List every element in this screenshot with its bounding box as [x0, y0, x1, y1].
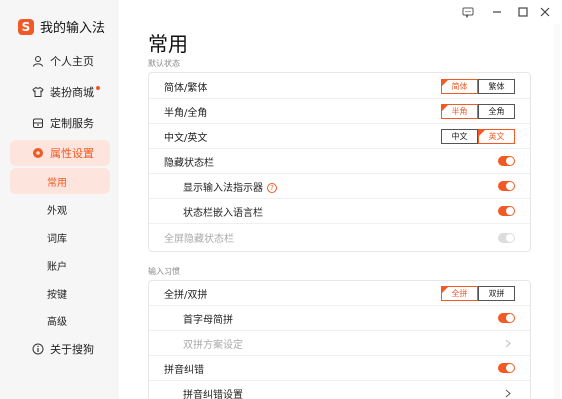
section-label-default-state: 默认状态	[148, 59, 180, 68]
setting-row-double-pinyin-scheme: 双拼方案设定	[149, 331, 530, 356]
sidebar-item-store[interactable]: 装扮商城	[10, 79, 110, 105]
setting-row-hide-status-bar: 隐藏状态栏	[149, 149, 530, 174]
maximize-icon[interactable]	[516, 5, 530, 19]
setting-row-half-full-width: 半角/全角 半角 全角	[149, 99, 530, 124]
segmented-control: 全拼 双拼	[441, 285, 515, 301]
toggle-initial-abbrev[interactable]	[498, 313, 515, 323]
option-double-pinyin[interactable]: 双拼	[478, 285, 515, 301]
info-icon	[32, 343, 44, 355]
toggle-embed-language-bar[interactable]	[498, 206, 515, 216]
option-traditional[interactable]: 繁体	[478, 78, 515, 94]
setting-row-pinyin-mode: 全拼/双拼 全拼 双拼	[149, 281, 530, 306]
shirt-icon	[32, 86, 44, 98]
setting-row-fullscreen-hide-status-bar: 全屏隐藏状态栏	[149, 225, 530, 250]
sidebar-item-settings[interactable]: 属性设置	[10, 140, 110, 166]
setting-label: 状态栏嵌入语言栏	[183, 207, 263, 219]
toggle-pinyin-correction[interactable]	[498, 363, 515, 373]
setting-label: 简体/繁体	[164, 82, 208, 94]
sidebar-sub-advanced[interactable]: 高级	[10, 307, 110, 333]
option-half-width[interactable]: 半角	[441, 103, 478, 119]
page-title: 常用	[148, 32, 188, 56]
sidebar-sub-keys[interactable]: 按键	[10, 280, 110, 306]
sidebar-sub-common[interactable]: 常用	[10, 168, 110, 194]
chevron-right-icon[interactable]	[504, 338, 512, 348]
user-icon	[32, 55, 44, 67]
setting-row-pinyin-correction: 拼音纠错	[149, 356, 530, 381]
setting-label: 拼音纠错设置	[183, 390, 243, 399]
feedback-icon[interactable]	[461, 5, 475, 19]
sogou-logo-icon: S	[18, 18, 34, 35]
option-chinese[interactable]: 中文	[441, 128, 478, 144]
app-title: 我的输入法	[40, 21, 106, 36]
sidebar-item-custom-service[interactable]: 定制服务	[10, 110, 110, 136]
option-full-pinyin[interactable]: 全拼	[441, 285, 478, 301]
sidebar-item-label: 装扮商城	[50, 86, 94, 99]
setting-label: 隐藏状态栏	[164, 157, 214, 169]
chevron-right-icon[interactable]	[504, 389, 512, 399]
setting-row-pinyin-correction-settings: 拼音纠错设置	[149, 381, 530, 399]
section-label-input-habits: 输入习惯	[148, 267, 180, 276]
scrollbar[interactable]	[554, 24, 560, 399]
segmented-control: 中文 英文	[441, 128, 515, 144]
settings-card-input-habits: 全拼/双拼 全拼 双拼 首字母简拼 双拼方案设定 拼音纠错 拼音纠错设置	[148, 280, 531, 399]
setting-row-chinese-english: 中文/英文 中文 英文	[149, 124, 530, 149]
setting-label: 拼音纠错	[164, 364, 204, 376]
close-icon[interactable]	[538, 5, 552, 19]
settings-card-default-state: 简体/繁体 简体 繁体 半角/全角 半角 全角 中文/英文 中文 英文 隐藏状态…	[148, 72, 531, 252]
setting-label: 中文/英文	[164, 132, 208, 144]
sidebar-item-label: 属性设置	[50, 147, 94, 160]
sidebar: S 我的输入法 个人主页 装扮商城 定制服务 属性设置 常用 外观 词库 账户 …	[0, 0, 119, 399]
option-full-width[interactable]: 全角	[478, 103, 515, 119]
setting-row-show-indicator: 显示输入法指示器?	[149, 174, 530, 199]
toggle-hide-status-bar[interactable]	[498, 156, 515, 166]
setting-label: 全拼/双拼	[164, 289, 208, 301]
sidebar-sub-dictionary[interactable]: 词库	[10, 224, 110, 250]
sidebar-item-label: 定制服务	[50, 117, 94, 130]
sidebar-item-about[interactable]: 关于搜狗	[10, 336, 110, 362]
sidebar-sub-appearance[interactable]: 外观	[10, 196, 110, 222]
notification-dot	[96, 86, 100, 90]
toggle-show-indicator[interactable]	[498, 181, 515, 191]
setting-label: 全屏隐藏状态栏	[164, 234, 234, 245]
minimize-icon[interactable]	[490, 5, 504, 19]
setting-row-simplified-traditional: 简体/繁体 简体 繁体	[149, 74, 530, 99]
setting-label: 双拼方案设定	[183, 339, 243, 351]
setting-label: 半角/全角	[164, 107, 208, 119]
setting-label: 显示输入法指示器?	[183, 179, 277, 194]
sidebar-item-profile[interactable]: 个人主页	[10, 48, 110, 74]
segmented-control: 半角 全角	[441, 103, 515, 119]
setting-row-initial-abbrev: 首字母简拼	[149, 306, 530, 331]
segmented-control: 简体 繁体	[441, 78, 515, 94]
setting-row-embed-language-bar: 状态栏嵌入语言栏	[149, 199, 530, 224]
box-icon	[32, 117, 44, 129]
sidebar-sub-account[interactable]: 账户	[10, 252, 110, 278]
setting-label: 首字母简拼	[183, 314, 233, 326]
sidebar-item-label: 个人主页	[50, 55, 94, 68]
help-icon[interactable]: ?	[267, 182, 277, 193]
toggle-fullscreen-hide-status-bar[interactable]	[498, 232, 515, 243]
settings-icon	[32, 147, 44, 159]
option-english[interactable]: 英文	[478, 128, 515, 144]
app-logo: S 我的输入法	[18, 17, 105, 36]
option-simplified[interactable]: 简体	[441, 78, 478, 94]
sidebar-item-label: 关于搜狗	[50, 343, 94, 356]
